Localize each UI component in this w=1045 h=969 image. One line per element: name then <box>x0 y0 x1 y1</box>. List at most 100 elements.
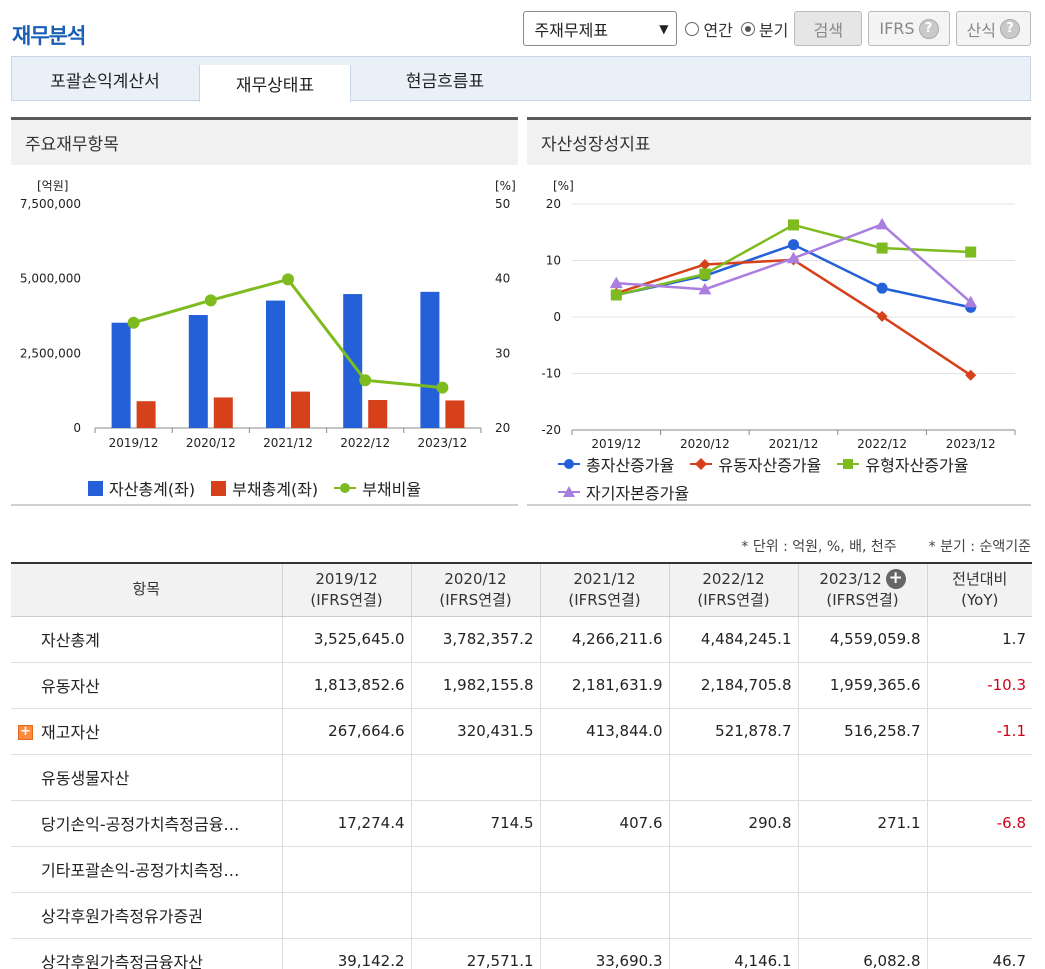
row-label-cell: 기타포괄손익-공정가치측정… <box>11 846 282 893</box>
x-tick-label: 2022/12 <box>340 436 390 450</box>
legend-item-assets: 자산총계(좌) <box>88 476 195 500</box>
yoy-cell: -10.3 <box>926 662 1032 709</box>
y-tick-left: 2,500,000 <box>20 346 81 360</box>
bar <box>213 397 233 428</box>
value-cell: 521,878.7 <box>668 708 798 755</box>
y-tick: 20 <box>546 197 561 211</box>
bar <box>136 401 156 428</box>
y-tick: 10 <box>546 254 561 268</box>
help-icon: ? <box>1000 18 1020 39</box>
legend-label: 총자산증가율 <box>586 456 675 475</box>
legend-line-green <box>334 481 357 495</box>
triangle-marker-icon <box>563 486 575 497</box>
value-cell: 6,082.8 <box>797 938 927 969</box>
basis-note: * 분기 : 순액기준 <box>928 539 1031 555</box>
radio-quarter-circle[interactable] <box>740 21 755 36</box>
table-row: + 재고자산 267,664.6 320,431.5 413,844.0 521,878.… <box>11 708 1032 755</box>
value-cell: 3,782,357.2 <box>410 616 540 663</box>
y-axis-right-label: [%] <box>495 179 516 193</box>
radio-quarter[interactable]: 분기 <box>740 17 789 41</box>
yoy-cell: -1.1 <box>926 708 1032 755</box>
value-cell: 4,559,059.8 <box>797 616 927 663</box>
value-cell: 27,571.1 <box>410 938 540 969</box>
row-label-cell: 자산총계 <box>11 616 282 663</box>
legend-line-green <box>837 457 860 471</box>
header-item: 항목 <box>11 562 282 617</box>
value-cell <box>281 846 411 893</box>
square-marker-icon <box>843 459 854 469</box>
y-tick: -10 <box>541 367 561 381</box>
row-label: 재고자산 <box>41 723 100 742</box>
unit-notes: * 단위 : 억원, %, 배, 천주 * 분기 : 순액기준 <box>741 536 1031 556</box>
legend-item-current-assets-growth: 유동자산증가율 <box>690 452 821 476</box>
table-row: 유동생물자산 <box>11 754 1032 801</box>
header-sublabel: (IFRS연결) <box>439 590 512 609</box>
value-cell <box>539 846 669 893</box>
asset-growth-chart: [%] 20 10 0 -10 -20 2019/12 2020/12 2021/12 2022/… <box>541 179 1016 451</box>
bar <box>111 322 131 428</box>
radio-annual-circle[interactable] <box>685 21 700 36</box>
bar <box>188 315 208 428</box>
x-tick-label: 2019/12 <box>591 437 641 451</box>
ifrs-button[interactable]: IFRS ? <box>868 11 950 46</box>
balance-sheet-table: 항목 2019/12 (IFRS연결) 2020/12 (IFRS연결) 2021/… <box>11 562 1032 969</box>
data-point <box>876 242 888 254</box>
row-label-cell: 상각후원가측정유가증권 <box>11 892 282 939</box>
legend-label: 자산총계(좌) <box>109 480 196 499</box>
value-cell: 413,844.0 <box>539 708 669 755</box>
controls-bar: 주재무제표 ▼ 연간 분기 검색 IFRS ? 산식 ? <box>523 11 1031 46</box>
radio-quarter-label: 분기 <box>758 20 789 40</box>
header-sublabel: (IFRS연결) <box>310 590 383 609</box>
data-point <box>788 239 799 251</box>
x-tick-label: 2019/12 <box>109 436 159 450</box>
header-label: 항목 <box>132 580 161 599</box>
row-label: 유동자산 <box>41 677 100 696</box>
bar <box>368 400 388 428</box>
data-point <box>788 219 799 231</box>
y-tick-left: 0 <box>73 421 81 435</box>
value-cell <box>668 846 798 893</box>
legend-label: 부채총계(좌) <box>232 480 319 499</box>
report-type-select[interactable]: 주재무제표 ▼ <box>523 11 678 46</box>
formula-button[interactable]: 산식 ? <box>955 11 1031 46</box>
value-cell <box>539 892 669 939</box>
legend-label: 유형자산증가율 <box>865 456 969 475</box>
row-label: 기타포괄손익-공정가치측정… <box>41 861 240 880</box>
value-cell: 320,431.5 <box>410 708 540 755</box>
y-tick-left: 5,000,000 <box>20 272 81 286</box>
tab-cash-flow[interactable]: 현금흐름표 <box>352 57 538 101</box>
search-button[interactable]: 검색 <box>794 11 863 46</box>
tab-balance-sheet[interactable]: 재무상태표 <box>199 65 351 102</box>
radio-annual[interactable]: 연간 <box>685 17 733 41</box>
header-label: 2020/12 <box>444 569 507 588</box>
row-label-cell[interactable]: + 재고자산 <box>11 708 282 755</box>
y-tick: -20 <box>541 423 561 437</box>
header-sublabel: (IFRS연결) <box>697 590 770 609</box>
value-cell: 17,274.4 <box>281 800 411 847</box>
diamond-marker-icon <box>695 457 708 471</box>
left-chart-legend: 자산총계(좌) 부채총계(좌) 부채비율 <box>88 476 421 500</box>
header-sublabel: (IFRS연결) <box>826 590 899 609</box>
x-tick-label: 2023/12 <box>417 436 467 450</box>
tab-income-statement[interactable]: 포괄손익계산서 <box>12 57 198 101</box>
yoy-cell: -6.8 <box>926 800 1032 847</box>
circle-marker-icon <box>564 459 574 469</box>
expand-plus-icon[interactable]: + <box>18 724 33 740</box>
y-tick-right: 20 <box>495 421 510 435</box>
value-cell: 267,664.6 <box>281 708 411 755</box>
yoy-cell: 46.7 <box>926 938 1032 969</box>
header-label: 2023/12 <box>819 569 882 588</box>
chevron-down-icon: ▼ <box>659 21 669 36</box>
value-cell: 1,813,852.6 <box>281 662 411 709</box>
x-tick-label: 2022/12 <box>857 437 907 451</box>
bar <box>266 300 285 428</box>
row-label: 상각후원가측정유가증권 <box>41 907 203 926</box>
value-cell <box>410 892 540 939</box>
financial-items-chart: [억원] [%] 7,500,000 5,000,000 2,500,000 0 50 40 3… <box>20 179 516 450</box>
value-cell: 3,525,645.0 <box>281 616 411 663</box>
value-cell <box>281 892 411 939</box>
header-period: 2023/12 + (IFRS연결) <box>797 562 927 617</box>
data-point <box>965 246 977 258</box>
add-period-icon[interactable]: + <box>885 569 906 590</box>
help-icon: ? <box>918 18 939 39</box>
